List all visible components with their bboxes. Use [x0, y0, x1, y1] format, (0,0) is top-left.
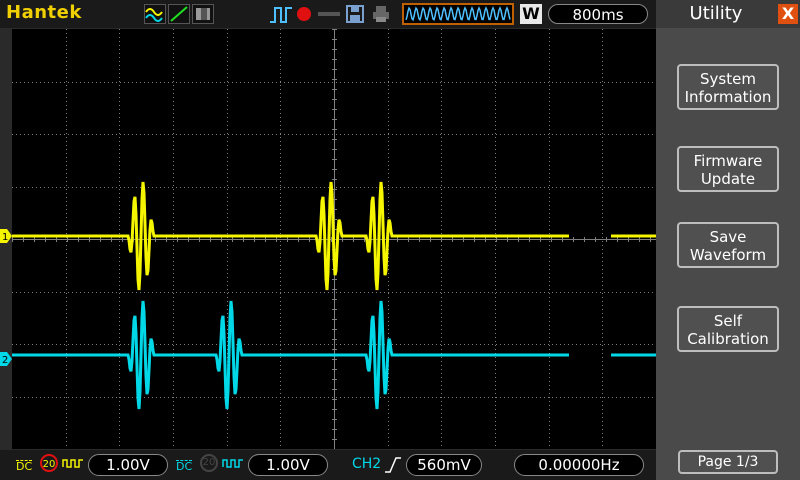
persistence-icon — [192, 4, 214, 24]
button-label-line1: System — [700, 70, 756, 88]
button-label-line2: Update — [700, 170, 756, 188]
ch1-bandwidth-limit-icon: 20 — [40, 454, 58, 472]
close-button[interactable]: X — [778, 4, 798, 24]
window-badge: W — [520, 4, 542, 24]
brand-logo: Hantek — [6, 2, 82, 23]
acquisition-mode-icons — [144, 4, 216, 24]
run-stop-icon[interactable] — [297, 7, 311, 21]
button-label-line2: Information — [684, 88, 772, 106]
memory-waveform-preview — [405, 6, 511, 22]
ch1-marker-label: 1 — [2, 232, 8, 243]
button-label-line1: Self — [713, 312, 743, 330]
ch2-ac-icon — [222, 459, 243, 468]
button-label-line1: Firmware — [693, 152, 763, 170]
ch2-coupling-dc-icon: DC — [176, 455, 192, 472]
usb-icon — [318, 12, 340, 16]
ch1-coupling-dc-icon: DC — [16, 455, 32, 472]
button-label-line2: Calibration — [687, 330, 769, 348]
print-icon[interactable] — [372, 5, 390, 23]
waveform-memory-overview[interactable] — [402, 3, 514, 25]
system-information-button[interactable]: System Information — [677, 64, 779, 110]
save-icon[interactable] — [346, 5, 364, 23]
trigger-edge-icon — [270, 7, 292, 23]
timebase-readout: 800ms — [548, 4, 648, 24]
trigger-source: CH2 — [352, 456, 382, 472]
waveform-display[interactable] — [12, 29, 656, 449]
wave-mode-icon — [144, 4, 166, 24]
ch2-coupling-label: DC — [176, 460, 193, 473]
xy-mode-icon — [168, 4, 190, 24]
button-label-line2: Waveform — [689, 246, 767, 264]
ch2-marker-label: 2 — [2, 355, 8, 366]
trigger-frequency: 0.00000Hz — [514, 454, 644, 476]
ch2-level-marker[interactable]: 2 — [0, 352, 12, 366]
menu-title: Utility — [689, 3, 743, 24]
ch1-ac-icon — [62, 459, 83, 468]
ch2-volts-per-div[interactable]: 1.00V — [248, 454, 328, 476]
trigger-level[interactable]: 560mV — [406, 454, 482, 476]
page-indicator-button[interactable]: Page 1/3 — [678, 450, 778, 474]
self-calibration-button[interactable]: Self Calibration — [677, 306, 779, 352]
ch1-coupling-label: DC — [16, 460, 33, 473]
trigger-rising-slope-icon — [385, 457, 401, 473]
ch1-volts-per-div[interactable]: 1.00V — [88, 454, 168, 476]
ch1-level-marker[interactable]: 1 — [0, 229, 12, 243]
button-label-line1: Save — [709, 228, 747, 246]
save-waveform-button[interactable]: Save Waveform — [677, 222, 779, 268]
firmware-update-button[interactable]: Firmware Update — [677, 146, 779, 192]
ch2-bandwidth-limit-icon: 20 — [200, 454, 218, 472]
